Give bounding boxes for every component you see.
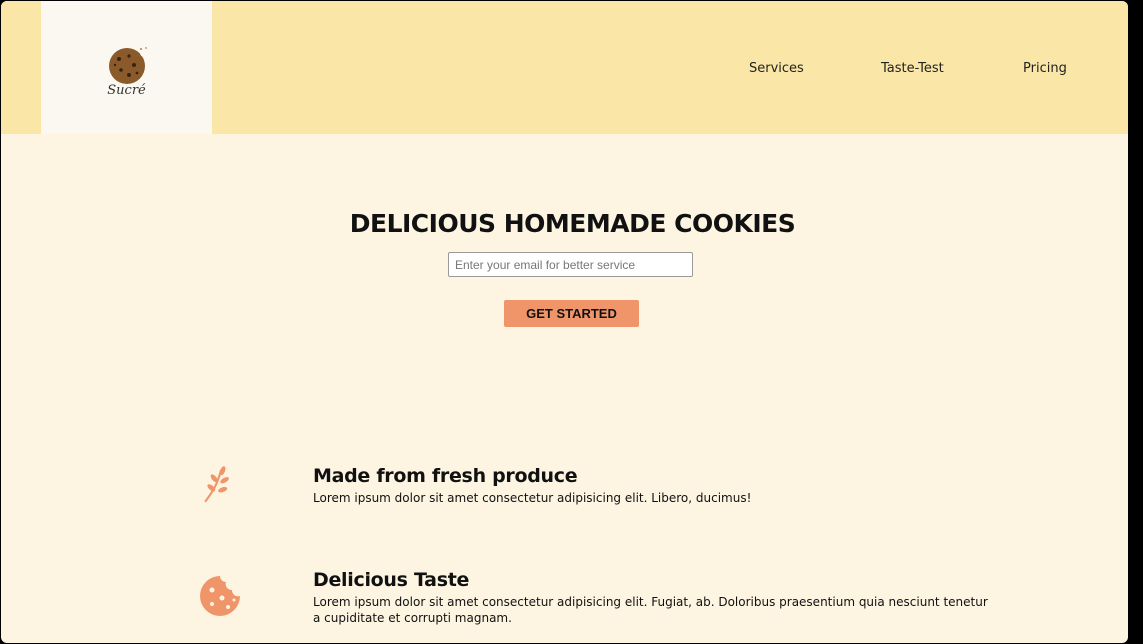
get-started-button[interactable]: GET STARTED bbox=[504, 300, 639, 327]
nav-link-services[interactable]: Services bbox=[749, 61, 804, 76]
feature-title: Made from fresh produce bbox=[313, 465, 578, 487]
feature-description: Lorem ipsum dolor sit amet consectetur a… bbox=[313, 491, 752, 505]
browser-viewport: Sucré Services Taste-Test Pricing DELICI… bbox=[1, 1, 1128, 643]
cookie-logo-icon bbox=[109, 47, 148, 84]
logo-text: Sucré bbox=[107, 83, 146, 98]
email-input[interactable] bbox=[448, 252, 693, 277]
site-header: Sucré Services Taste-Test Pricing bbox=[1, 1, 1128, 134]
nav-link-taste-test[interactable]: Taste-Test bbox=[881, 61, 944, 76]
feature-description: Lorem ipsum dolor sit amet consectetur a… bbox=[313, 595, 988, 625]
cookie-icon bbox=[200, 576, 240, 616]
feature-title: Delicious Taste bbox=[313, 569, 470, 591]
nav-link-pricing[interactable]: Pricing bbox=[1023, 61, 1067, 76]
logo[interactable]: Sucré bbox=[41, 1, 212, 134]
hero-title: DELICIOUS HOMEMADE COOKIES bbox=[349, 209, 796, 238]
leaf-icon bbox=[204, 466, 229, 503]
